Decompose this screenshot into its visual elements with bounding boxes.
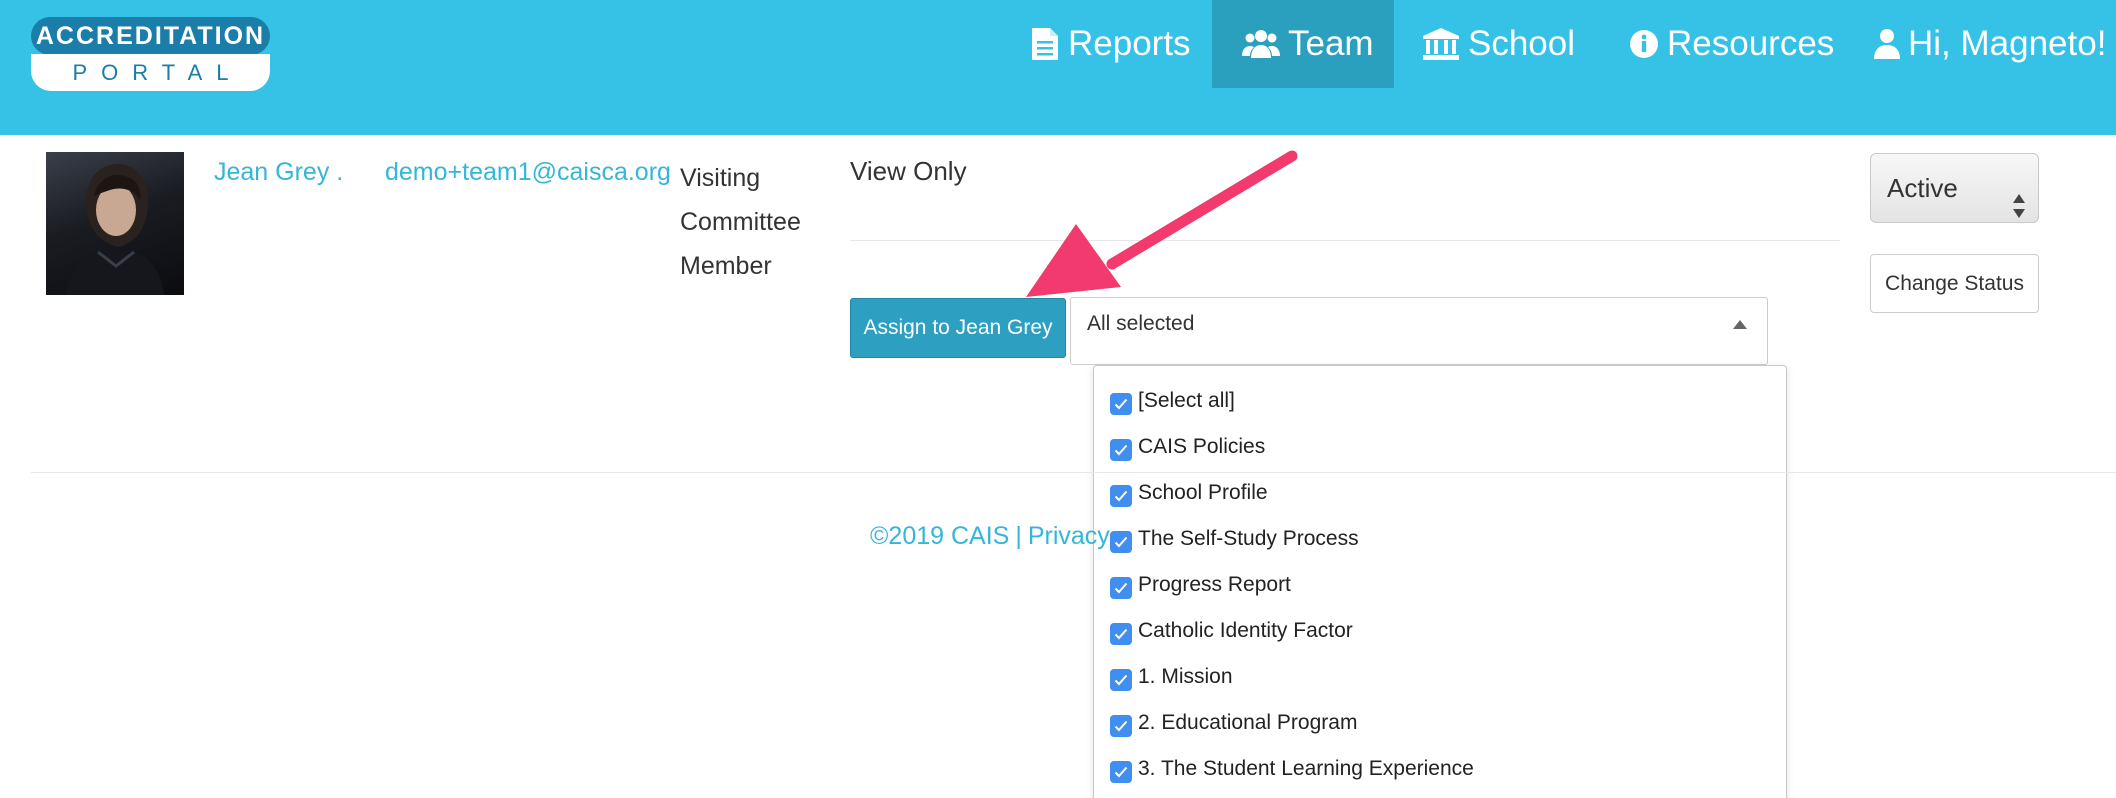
checkbox-checked-icon[interactable]: [1110, 623, 1132, 645]
divider: [31, 472, 2116, 473]
footer-copyright-link[interactable]: ©2019 CAIS: [870, 522, 1009, 550]
nav-reports-label: Reports: [1068, 24, 1191, 63]
option-mission[interactable]: 1. Mission: [1110, 660, 1233, 694]
nav-user-label: Hi, Magneto!: [1908, 24, 2107, 63]
logo-line-2: PORTAL: [31, 54, 270, 91]
option-label: 3. The Student Learning Experience: [1138, 757, 1474, 780]
avatar: [46, 152, 184, 295]
status-select[interactable]: Active: [1870, 153, 2039, 223]
accreditation-portal-logo[interactable]: ACCREDITATION PORTAL: [31, 17, 270, 92]
nav-school[interactable]: School: [1422, 0, 1575, 88]
assign-button[interactable]: Assign to Jean Grey: [850, 298, 1066, 358]
option-catholic-identity-factor[interactable]: Catholic Identity Factor: [1110, 614, 1353, 648]
checkbox-checked-icon[interactable]: [1110, 577, 1132, 599]
checkbox-checked-icon[interactable]: [1110, 715, 1132, 737]
logo-line-2-text: PORTAL: [72, 60, 243, 85]
option-label: Progress Report: [1138, 573, 1291, 596]
member-access-level: View Only: [850, 156, 967, 186]
nav-team-label: Team: [1288, 24, 1374, 63]
nav-reports[interactable]: Reports: [1030, 0, 1191, 88]
institution-icon: [1422, 27, 1460, 61]
change-status-button[interactable]: Change Status: [1870, 254, 2039, 313]
option-label: [Select all]: [1138, 389, 1235, 412]
footer-separator: |: [1015, 522, 1022, 550]
option-label: 1. Mission: [1138, 665, 1233, 688]
user-icon: [1874, 28, 1900, 60]
multiselect-selected-text: All selected: [1087, 312, 1195, 335]
checkbox-checked-icon[interactable]: [1110, 761, 1132, 783]
footer: ©2019 CAIS | Privacy: [870, 522, 1110, 551]
option-educational-program[interactable]: 2. Educational Program: [1110, 706, 1357, 740]
nav-resources[interactable]: Resources: [1629, 0, 1834, 88]
nav-team[interactable]: Team: [1212, 0, 1394, 88]
nav-user-menu[interactable]: Hi, Magneto!: [1874, 0, 2106, 88]
option-progress-report[interactable]: Progress Report: [1110, 568, 1291, 602]
sections-dropdown-list: [Select all] CAIS Policies School Profil…: [1093, 365, 1787, 798]
checkbox-checked-icon[interactable]: [1110, 393, 1132, 415]
checkbox-checked-icon[interactable]: [1110, 439, 1132, 461]
nav-school-label: School: [1468, 24, 1576, 63]
divider: [850, 240, 1840, 241]
option-select-all[interactable]: [Select all]: [1110, 384, 1235, 418]
document-icon: [1030, 26, 1060, 62]
option-school-profile[interactable]: School Profile: [1110, 476, 1268, 510]
option-label: The Self-Study Process: [1138, 527, 1359, 550]
option-label: Catholic Identity Factor: [1138, 619, 1353, 642]
checkbox-checked-icon[interactable]: [1110, 669, 1132, 691]
option-self-study-process[interactable]: The Self-Study Process: [1110, 522, 1359, 556]
nav-resources-label: Resources: [1667, 24, 1835, 63]
top-navbar: ACCREDITATION PORTAL Reports Team School…: [0, 0, 2116, 135]
caret-up-icon: [1733, 320, 1747, 329]
up-down-arrows-icon: [2012, 176, 2026, 244]
checkbox-checked-icon[interactable]: [1110, 531, 1132, 553]
option-label: 2. Educational Program: [1138, 711, 1358, 734]
option-label: CAIS Policies: [1138, 435, 1266, 458]
checkbox-checked-icon[interactable]: [1110, 485, 1132, 507]
logo-line-1: ACCREDITATION: [31, 17, 270, 55]
option-student-learning-experience[interactable]: 3. The Student Learning Experience: [1110, 752, 1474, 786]
sections-multiselect[interactable]: All selected: [1070, 297, 1768, 365]
info-icon: [1629, 29, 1659, 59]
status-select-value: Active: [1887, 173, 1958, 203]
option-cais-policies[interactable]: CAIS Policies: [1110, 430, 1265, 464]
member-role: Visiting Committee Member: [680, 164, 801, 280]
footer-privacy-link[interactable]: Privacy: [1028, 522, 1110, 550]
member-email-link[interactable]: demo+team1@caisca.org: [385, 158, 671, 187]
users-icon: [1242, 28, 1280, 60]
option-label: School Profile: [1138, 481, 1268, 504]
member-name-link[interactable]: Jean Grey .: [214, 158, 343, 187]
